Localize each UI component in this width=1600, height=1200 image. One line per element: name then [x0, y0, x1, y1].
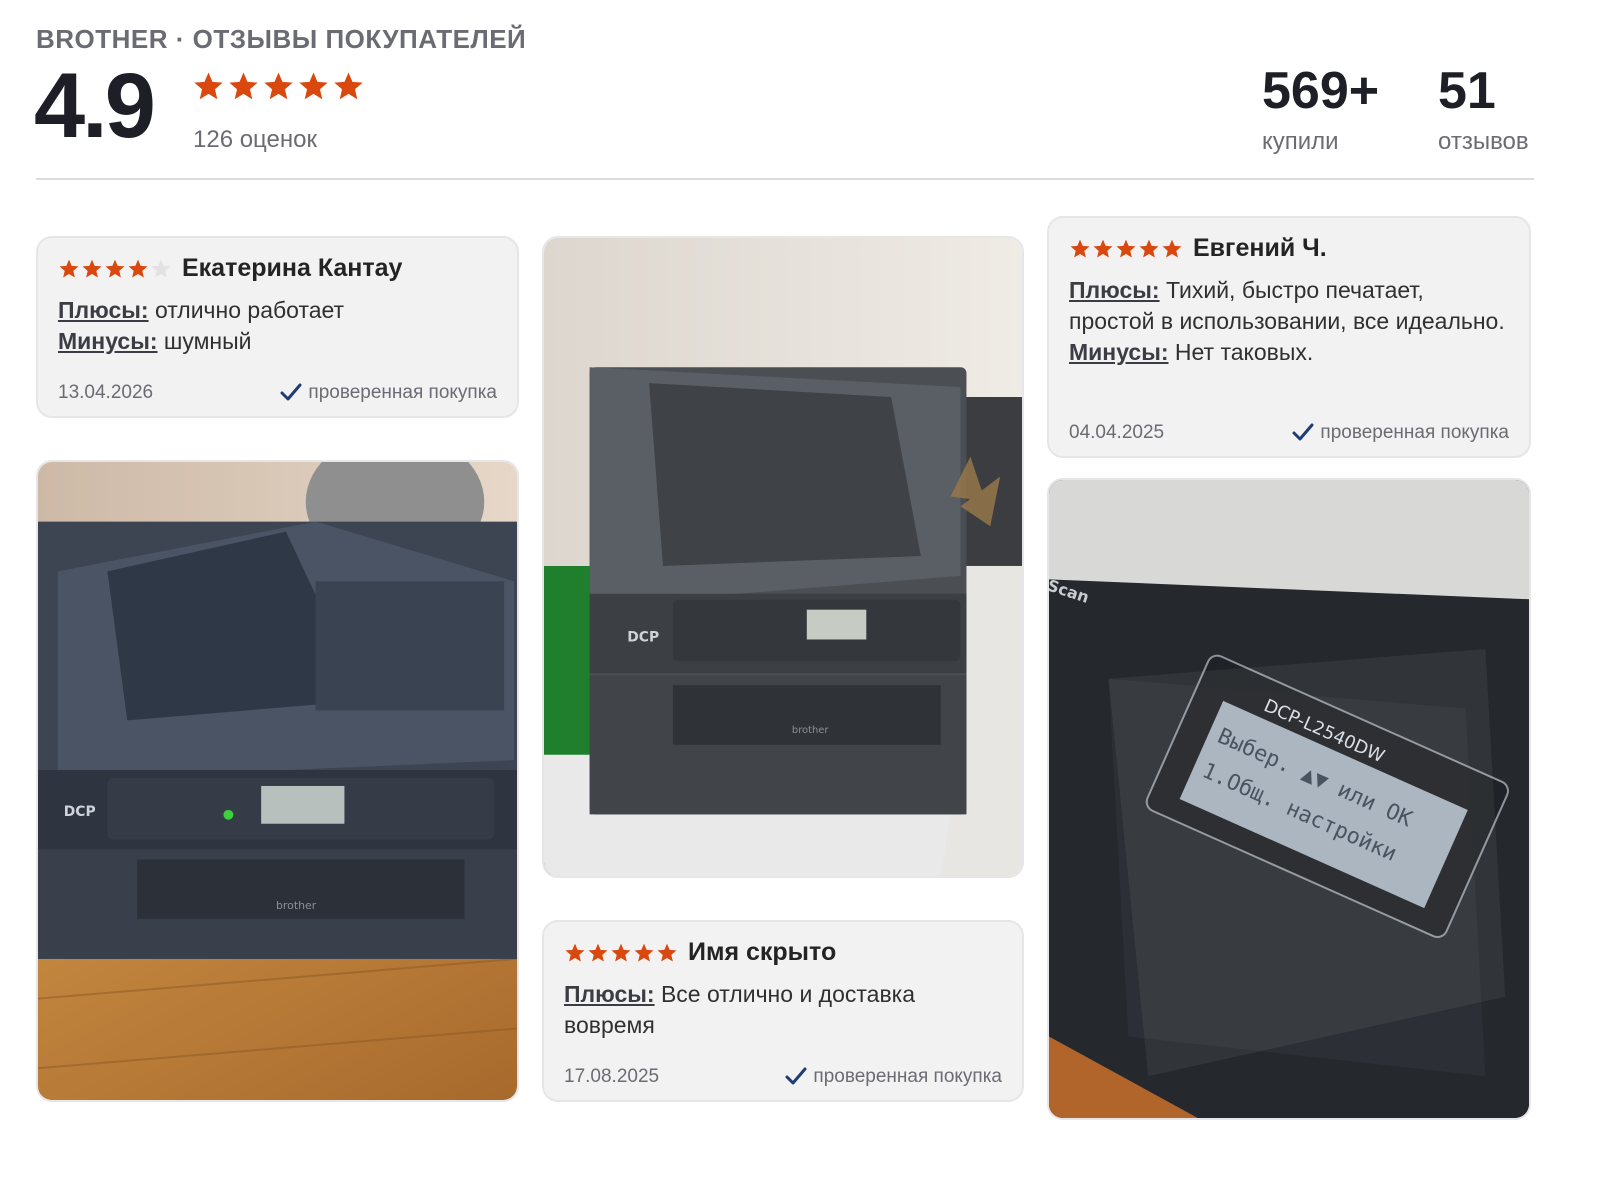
verified-badge: проверенная покупка	[1292, 422, 1509, 444]
review-date: 13.04.2026	[58, 382, 154, 403]
review-author: Евгений Ч.	[1193, 234, 1327, 262]
header-divider	[36, 178, 1534, 180]
star-filled-icon	[262, 70, 295, 103]
star-filled-icon	[127, 258, 149, 280]
review-card[interactable]: Екатерина Кантау Плюсы: отлично работает…	[36, 236, 519, 418]
bought-stat: 569+ купили	[1262, 60, 1379, 156]
photo-model-text: DCP	[64, 804, 96, 820]
star-filled-icon	[564, 942, 586, 964]
review-date: 04.04.2025	[1069, 422, 1165, 443]
cons-text: шумный	[163, 328, 252, 354]
cons-label: Минусы:	[58, 328, 158, 354]
review-photo[interactable]: DCP brother	[542, 236, 1024, 878]
cons-text: Нет таковых.	[1174, 339, 1314, 365]
review-photo[interactable]: Scan DCP-L2540DW Выбер. ▲▼ или OK 1.Общ.…	[1047, 478, 1531, 1120]
pros-text: отлично работает	[154, 297, 345, 323]
check-icon	[280, 383, 302, 401]
star-filled-icon	[1138, 238, 1160, 260]
rating-value: 4.9	[34, 55, 156, 157]
review-author: Имя скрыто	[688, 938, 837, 966]
photo-model-text: DCP	[627, 629, 659, 645]
review-date: 17.08.2025	[564, 1066, 660, 1087]
star-filled-icon	[1161, 238, 1183, 260]
page-title: BROTHER · ОТЗЫВЫ ПОКУПАТЕЛЕЙ	[36, 24, 527, 54]
star-filled-icon	[1069, 238, 1091, 260]
review-text: Плюсы: Тихий, быстро печатает, простой в…	[1069, 275, 1509, 368]
star-filled-icon	[1115, 238, 1137, 260]
review-card[interactable]: Евгений Ч. Плюсы: Тихий, быстро печатает…	[1047, 216, 1531, 458]
review-stars	[58, 258, 172, 280]
star-filled-icon	[58, 258, 80, 280]
bought-value: 569+	[1262, 62, 1380, 120]
star-filled-icon	[227, 70, 260, 103]
photo-brand-text: brother	[792, 725, 829, 736]
check-icon	[1292, 423, 1314, 441]
star-filled-icon	[192, 70, 225, 103]
star-filled-icon	[332, 70, 365, 103]
star-empty-icon	[150, 258, 172, 280]
review-photo[interactable]: DCP brother	[36, 460, 519, 1102]
bought-label: купили	[1262, 128, 1339, 155]
star-filled-icon	[610, 942, 632, 964]
star-filled-icon	[1092, 238, 1114, 260]
review-author: Екатерина Кантау	[182, 254, 403, 282]
photo-brand-text: brother	[276, 899, 317, 912]
review-text: Плюсы: Все отлично и доставка вовремя	[564, 979, 1002, 1041]
pros-label: Плюсы:	[58, 297, 149, 323]
reviews-value: 51	[1438, 62, 1496, 120]
verified-label: проверенная покупка	[1320, 422, 1509, 443]
star-filled-icon	[81, 258, 103, 280]
verified-badge: проверенная покупка	[280, 382, 497, 404]
cons-label: Минусы:	[1069, 339, 1169, 365]
review-stars	[1069, 238, 1183, 260]
review-stars	[564, 942, 678, 964]
reviews-stat[interactable]: 51 отзывов	[1438, 60, 1529, 156]
reviews-label: отзывов	[1438, 128, 1529, 155]
rating-count[interactable]: 126 оценок	[193, 126, 317, 154]
verified-label: проверенная покупка	[813, 1066, 1002, 1087]
rating-stars	[192, 70, 365, 103]
review-card[interactable]: Имя скрыто Плюсы: Все отлично и доставка…	[542, 920, 1024, 1102]
check-icon	[785, 1067, 807, 1085]
star-filled-icon	[587, 942, 609, 964]
star-filled-icon	[656, 942, 678, 964]
verified-badge: проверенная покупка	[785, 1066, 1002, 1088]
review-text: Плюсы: отлично работает Минусы: шумный	[58, 295, 497, 357]
star-filled-icon	[297, 70, 330, 103]
star-filled-icon	[104, 258, 126, 280]
star-filled-icon	[633, 942, 655, 964]
pros-label: Плюсы:	[1069, 277, 1160, 303]
pros-label: Плюсы:	[564, 981, 655, 1007]
verified-label: проверенная покупка	[308, 382, 497, 403]
